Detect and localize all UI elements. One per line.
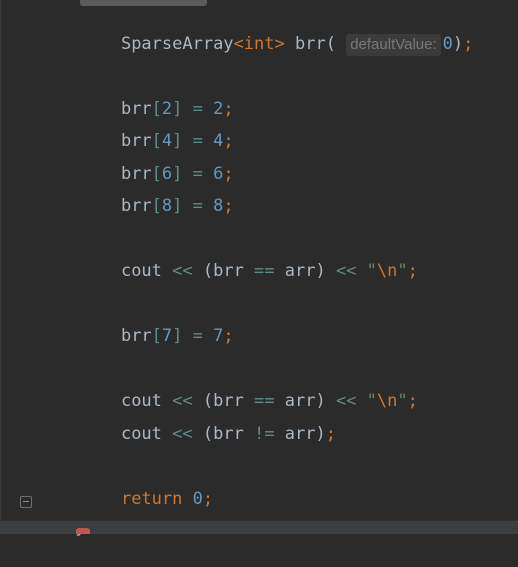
bracket-close: ] <box>172 196 183 216</box>
code-line-assign-6[interactable]: brr[6] = 6; <box>80 135 234 184</box>
error-badge-icon[interactable] <box>76 528 90 534</box>
code-line-cout-equal[interactable]: cout << (brr == arr) << "\n"; <box>80 232 418 281</box>
lhs-expression: (brr <box>202 424 244 444</box>
code-line-cout-equal-2[interactable]: cout << (brr == arr) << "\n"; <box>80 362 418 411</box>
escape-sequence: \n <box>376 261 398 281</box>
bracket-open: [ <box>151 196 162 216</box>
cout-identifier: cout <box>120 261 162 281</box>
assign-operator: = <box>182 196 214 216</box>
code-line-assign-4[interactable]: brr[4] = 4; <box>80 102 234 151</box>
code-line-closing-brace[interactable]: } <box>34 489 85 538</box>
variable: brr <box>120 326 152 346</box>
semicolon: ; <box>463 34 474 54</box>
shift-operator: << <box>161 261 203 281</box>
semicolon: ; <box>407 261 418 281</box>
code-line-return[interactable]: return 0; <box>80 460 213 509</box>
rhs-expression: arr) <box>284 261 326 281</box>
semicolon: ; <box>202 489 214 509</box>
shift-operator: << <box>325 261 367 281</box>
cout-identifier: cout <box>120 424 162 444</box>
gutter-divider <box>0 0 1 520</box>
constructor-call: brr( <box>284 34 336 54</box>
rhs-expression: arr) <box>284 424 326 444</box>
variable: brr <box>120 196 152 216</box>
equality-operator: == <box>243 261 285 281</box>
shift-operator: << <box>161 424 203 444</box>
semicolon: ; <box>223 196 234 216</box>
code-line-cout-not-equal[interactable]: cout << (brr != arr); <box>80 395 336 444</box>
string-quote-open: " <box>366 261 377 281</box>
inequality-operator: != <box>243 424 285 444</box>
return-value: 0 <box>192 489 203 509</box>
type-name: SparseArray <box>120 34 234 54</box>
code-editor[interactable]: SparseArray<int> brr( defaultValue: 0); b… <box>0 0 518 538</box>
value: 8 <box>213 196 224 216</box>
code-line-declaration[interactable]: SparseArray<int> brr( defaultValue: 0); <box>80 5 473 56</box>
parameter-hint: defaultValue: <box>346 34 441 56</box>
value: 7 <box>213 326 224 346</box>
type-argument: int <box>243 34 275 54</box>
index: 7 <box>161 326 173 346</box>
semicolon: ; <box>407 391 418 411</box>
string-quote-open: " <box>366 391 377 411</box>
constructor-arg: 0 <box>442 34 453 54</box>
fold-collapse-icon[interactable] <box>20 496 32 508</box>
bracket-close: ] <box>172 326 183 346</box>
index: 8 <box>161 196 173 216</box>
angle-open: < <box>233 34 244 54</box>
escape-sequence: \n <box>376 391 398 411</box>
lhs-expression: (brr <box>202 261 244 281</box>
string-quote-close: " <box>397 391 408 411</box>
return-keyword: return <box>120 489 183 509</box>
code-line-assign-2[interactable]: brr[2] = 2; <box>80 70 234 119</box>
string-quote-close: " <box>397 261 408 281</box>
code-line-assign-8[interactable]: brr[8] = 8; <box>80 167 234 216</box>
angle-close: > <box>274 34 285 54</box>
semicolon: ; <box>325 424 336 444</box>
semicolon: ; <box>223 326 234 346</box>
paren-close: ) <box>452 34 464 54</box>
assign-operator: = <box>182 326 214 346</box>
code-line-assign-7[interactable]: brr[7] = 7; <box>80 297 234 346</box>
bracket-open: [ <box>151 326 162 346</box>
status-bar <box>0 520 518 534</box>
